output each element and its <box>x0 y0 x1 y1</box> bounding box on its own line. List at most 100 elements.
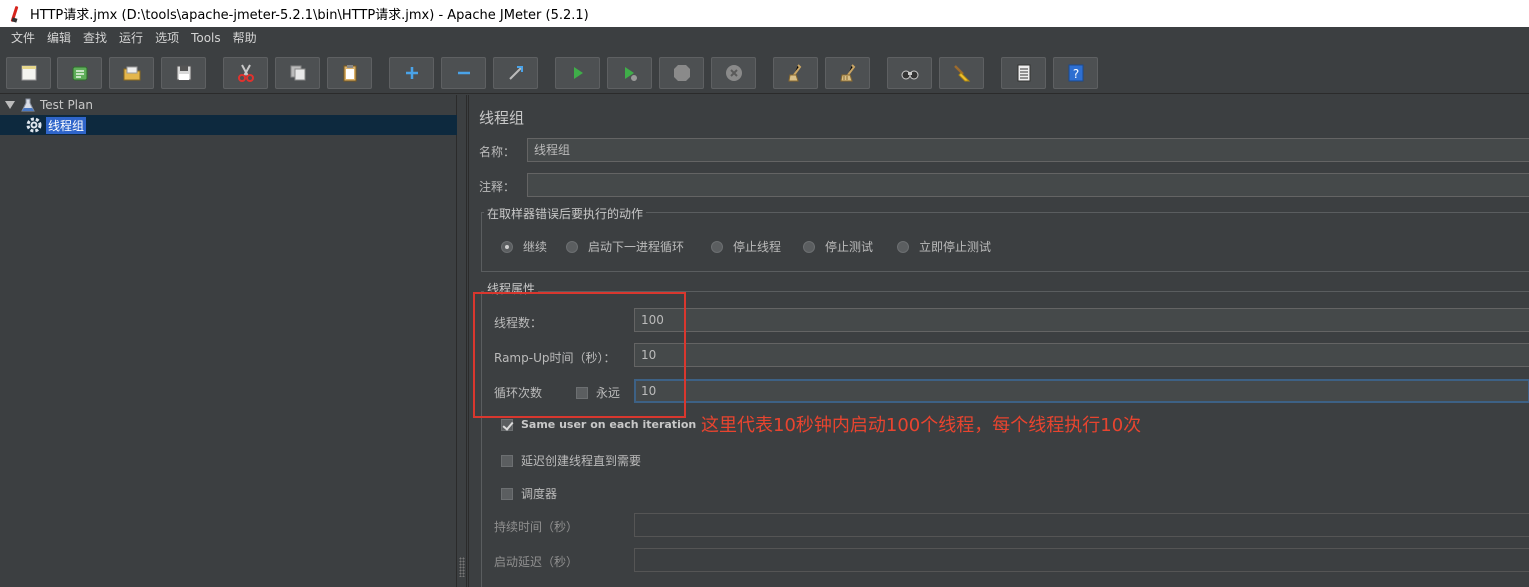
startup-delay-field[interactable] <box>634 548 1529 572</box>
checkbox-box <box>501 487 513 500</box>
splitter-grip-icon[interactable] <box>459 557 465 577</box>
cut-icon <box>237 64 254 82</box>
split-pane-divider[interactable] <box>457 95 467 587</box>
jmeter-feather-icon <box>6 5 24 23</box>
radio-dot <box>897 240 909 253</box>
menu-help[interactable]: 帮助 <box>227 27 263 50</box>
clear-icon <box>787 64 801 82</box>
checkbox-label: Same user on each iteration <box>521 418 697 431</box>
on-error-legend: 在取样器错误后要执行的动作 <box>484 205 647 222</box>
start-icon <box>573 67 583 79</box>
svg-text:?: ? <box>1072 67 1078 81</box>
expand-icon <box>405 67 418 79</box>
menu-file[interactable]: 文件 <box>5 27 41 50</box>
annotation-highlight-box <box>473 292 686 418</box>
paste-button[interactable] <box>327 57 372 89</box>
start-no-pause-button[interactable] <box>607 57 652 89</box>
radio-label: 继续 <box>523 240 548 254</box>
rampup-field[interactable]: 10 <box>634 343 1529 367</box>
scheduler-checkbox[interactable]: 调度器 <box>501 485 557 502</box>
test-plan-tree: Test Plan 线程组 <box>0 95 457 587</box>
duration-field[interactable] <box>634 513 1529 537</box>
copy-icon <box>290 65 305 81</box>
shutdown-button[interactable] <box>711 57 756 89</box>
tree-node-thread-group[interactable]: 线程组 <box>0 115 457 135</box>
expand-all-button[interactable] <box>389 57 434 89</box>
threads-field[interactable]: 100 <box>634 308 1529 332</box>
expand-triangle-icon[interactable] <box>4 99 16 111</box>
function-helper-icon <box>1017 64 1030 82</box>
checkbox-box <box>501 418 513 431</box>
checkbox-label: 调度器 <box>521 487 558 501</box>
shutdown-icon <box>725 65 742 81</box>
search-icon <box>901 70 918 80</box>
save-button[interactable] <box>161 57 206 89</box>
new-button[interactable] <box>6 57 51 89</box>
start-button[interactable] <box>555 57 600 89</box>
menu-bar: 文件 编辑 查找 运行 选项 Tools 帮助 <box>0 27 1529 50</box>
stop-icon <box>673 65 690 81</box>
checkbox-label: 延迟创建线程直到需要 <box>521 454 642 468</box>
radio-dot <box>803 240 815 253</box>
radio-start-next-loop[interactable]: 启动下一进程循环 <box>566 238 684 255</box>
templates-button[interactable] <box>57 57 102 89</box>
help-button[interactable]: ? <box>1053 57 1098 89</box>
checkbox-box <box>501 454 513 467</box>
clear-all-button[interactable] <box>825 57 870 89</box>
cut-button[interactable] <box>223 57 268 89</box>
menu-edit[interactable]: 编辑 <box>41 27 77 50</box>
radio-label: 启动下一进程循环 <box>588 240 685 254</box>
radio-dot <box>711 240 723 253</box>
open-button[interactable] <box>109 57 154 89</box>
tree-label-thread-group: 线程组 <box>46 116 87 134</box>
test-plan-flask-icon <box>21 98 35 112</box>
reset-search-icon <box>953 65 970 82</box>
collapse-icon <box>457 71 470 75</box>
clear-all-icon <box>839 64 855 82</box>
new-icon <box>21 65 36 81</box>
toggle-icon <box>508 66 523 80</box>
tree-label-test-plan: Test Plan <box>40 98 93 112</box>
name-field[interactable]: 线程组 <box>527 138 1529 162</box>
comment-label: 注释： <box>479 180 516 194</box>
window-title-bar: HTTP请求.jmx (D:\tools\apache-jmeter-5.2.1… <box>0 0 1529 27</box>
radio-continue[interactable]: 继续 <box>501 238 547 255</box>
copy-button[interactable] <box>275 57 320 89</box>
menu-search[interactable]: 查找 <box>77 27 113 50</box>
radio-label: 停止测试 <box>825 240 874 254</box>
paste-icon <box>343 65 356 82</box>
radio-stop-thread[interactable]: 停止线程 <box>711 238 781 255</box>
duration-label: 持续时间（秒） <box>494 520 579 534</box>
loop-count-field[interactable]: 10 <box>634 379 1529 403</box>
same-user-checkbox[interactable]: Same user on each iteration <box>501 418 696 431</box>
delay-thread-creation-checkbox[interactable]: 延迟创建线程直到需要 <box>501 452 641 469</box>
start-no-pause-icon <box>624 67 637 81</box>
radio-stop-test-now[interactable]: 立即停止测试 <box>897 238 991 255</box>
menu-options[interactable]: 选项 <box>149 27 185 50</box>
menu-tools[interactable]: Tools <box>185 27 227 50</box>
help-icon: ? <box>1068 64 1083 82</box>
function-helper-button[interactable] <box>1001 57 1046 89</box>
collapse-all-button[interactable] <box>441 57 486 89</box>
annotation-text: 这里代表10秒钟内启动100个线程，每个线程执行10次 <box>701 415 1142 436</box>
open-icon <box>123 66 140 81</box>
name-label: 名称： <box>479 145 516 159</box>
radio-label: 停止线程 <box>733 240 782 254</box>
menu-run[interactable]: 运行 <box>113 27 149 50</box>
tree-node-test-plan[interactable]: Test Plan <box>4 95 93 115</box>
radio-dot <box>501 240 513 253</box>
templates-icon <box>72 66 87 81</box>
panel-title: 线程组 <box>479 109 525 127</box>
toolbar: ? <box>0 50 1529 94</box>
thread-group-gear-icon <box>26 117 42 133</box>
stop-button[interactable] <box>659 57 704 89</box>
clear-button[interactable] <box>773 57 818 89</box>
save-icon <box>176 65 191 81</box>
startup-delay-label: 启动延迟（秒） <box>494 555 579 569</box>
radio-stop-test[interactable]: 停止测试 <box>803 238 873 255</box>
comment-field[interactable] <box>527 173 1529 197</box>
reset-search-button[interactable] <box>939 57 984 89</box>
toggle-button[interactable] <box>493 57 538 89</box>
search-button[interactable] <box>887 57 932 89</box>
window-title: HTTP请求.jmx (D:\tools\apache-jmeter-5.2.1… <box>30 8 589 23</box>
